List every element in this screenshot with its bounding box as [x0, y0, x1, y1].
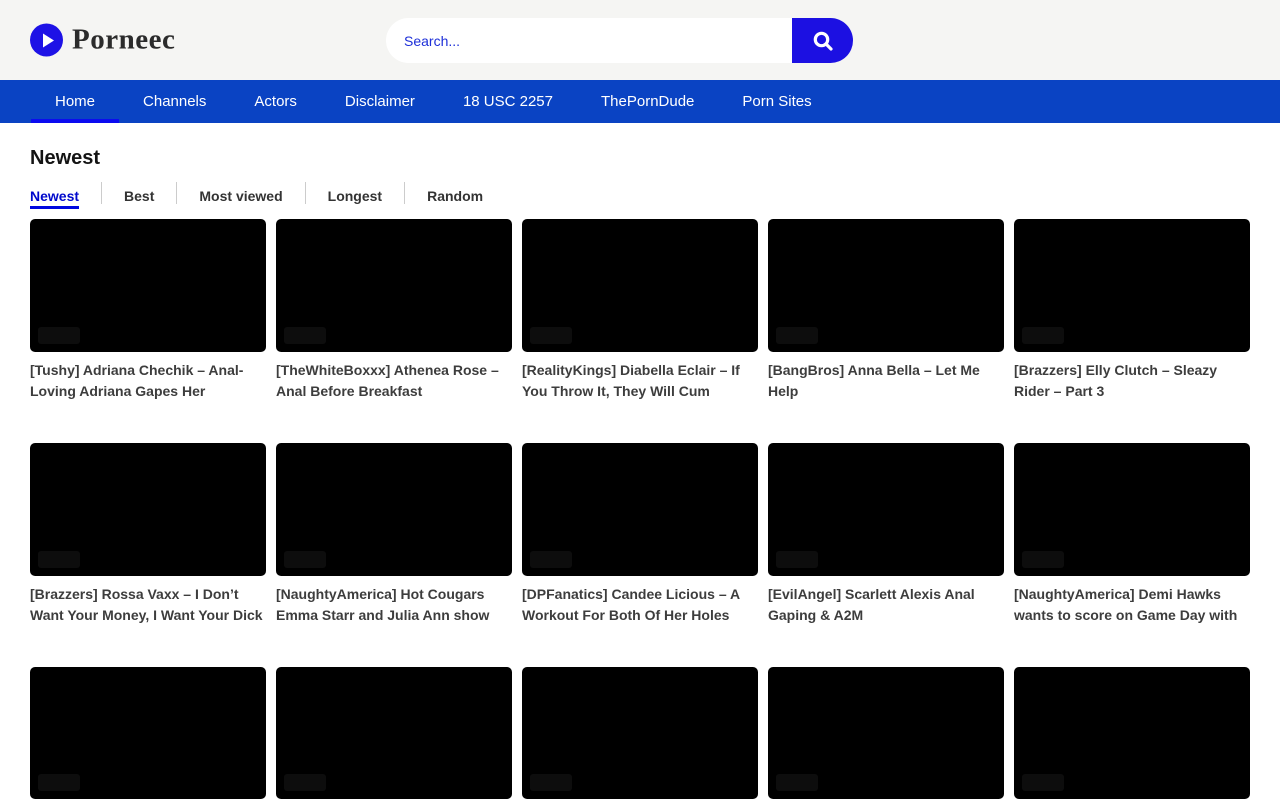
- video-thumbnail[interactable]: [30, 443, 266, 576]
- duration-badge: [284, 774, 326, 791]
- video-card[interactable]: [NaughtyAmerica] Hot Cougars Emma Starr …: [276, 443, 512, 626]
- brand-logo[interactable]: Porneec: [30, 24, 175, 57]
- duration-badge: [530, 774, 572, 791]
- nav-item-actors[interactable]: Actors: [230, 80, 321, 123]
- video-thumbnail[interactable]: [30, 667, 266, 800]
- nav-item-18-usc-2257[interactable]: 18 USC 2257: [439, 80, 577, 123]
- video-card[interactable]: [1014, 667, 1250, 800]
- search-button[interactable]: [792, 18, 853, 63]
- video-card[interactable]: [Brazzers] Elly Clutch – Sleazy Rider – …: [1014, 219, 1250, 402]
- video-thumbnail[interactable]: [276, 667, 512, 800]
- video-card[interactable]: [522, 667, 758, 800]
- play-icon: [30, 24, 63, 57]
- video-thumbnail[interactable]: [768, 667, 1004, 800]
- duration-badge: [38, 551, 80, 568]
- video-card[interactable]: [BangBros] Anna Bella – Let Me Help: [768, 219, 1004, 402]
- video-card[interactable]: [DPFanatics] Candee Licious – A Workout …: [522, 443, 758, 626]
- tab-best[interactable]: Best: [124, 182, 154, 209]
- video-thumbnail[interactable]: [30, 219, 266, 352]
- tab-divider: [404, 182, 405, 204]
- main-nav: Home Channels Actors Disclaimer 18 USC 2…: [0, 80, 1280, 123]
- duration-badge: [776, 327, 818, 344]
- video-title[interactable]: [EvilAngel] Scarlett Alexis Anal Gaping …: [768, 584, 1004, 626]
- nav-item-disclaimer[interactable]: Disclaimer: [321, 80, 439, 123]
- video-thumbnail[interactable]: [276, 219, 512, 352]
- video-title[interactable]: [Brazzers] Elly Clutch – Sleazy Rider – …: [1014, 360, 1250, 402]
- video-thumbnail[interactable]: [1014, 219, 1250, 352]
- video-title[interactable]: [Tushy] Adriana Chechik – Anal-Loving Ad…: [30, 360, 266, 402]
- sort-tabs: Newest Best Most viewed Longest Random: [30, 182, 1250, 209]
- video-title[interactable]: [NaughtyAmerica] Hot Cougars Emma Starr …: [276, 584, 512, 626]
- video-thumbnail[interactable]: [276, 443, 512, 576]
- tab-divider: [176, 182, 177, 204]
- duration-badge: [1022, 774, 1064, 791]
- duration-badge: [38, 327, 80, 344]
- tab-most-viewed[interactable]: Most viewed: [199, 182, 282, 209]
- video-thumbnail[interactable]: [522, 667, 758, 800]
- duration-badge: [530, 327, 572, 344]
- tab-divider: [101, 182, 102, 204]
- search-icon: [811, 29, 835, 53]
- duration-badge: [284, 551, 326, 568]
- nav-item-channels[interactable]: Channels: [119, 80, 230, 123]
- video-thumbnail[interactable]: [1014, 443, 1250, 576]
- video-card[interactable]: [276, 667, 512, 800]
- video-thumbnail[interactable]: [522, 443, 758, 576]
- main-content: Newest Newest Best Most viewed Longest R…: [0, 147, 1280, 800]
- duration-badge: [776, 551, 818, 568]
- search-input[interactable]: [386, 18, 792, 63]
- video-card[interactable]: [NaughtyAmerica] Demi Hawks wants to sco…: [1014, 443, 1250, 626]
- nav-item-home[interactable]: Home: [31, 80, 119, 123]
- video-thumbnail[interactable]: [1014, 667, 1250, 800]
- page-title: Newest: [30, 147, 1250, 170]
- nav-item-theporndude[interactable]: ThePornDude: [577, 80, 718, 123]
- duration-badge: [776, 774, 818, 791]
- video-thumbnail[interactable]: [522, 219, 758, 352]
- video-thumbnail[interactable]: [768, 219, 1004, 352]
- video-grid: [Tushy] Adriana Chechik – Anal-Loving Ad…: [30, 219, 1250, 800]
- video-title[interactable]: [RealityKings] Diabella Eclair – If You …: [522, 360, 758, 402]
- tab-longest[interactable]: Longest: [328, 182, 382, 209]
- search-bar: [386, 18, 853, 63]
- header: Porneec: [0, 0, 1280, 80]
- duration-badge: [284, 327, 326, 344]
- video-card[interactable]: [768, 667, 1004, 800]
- brand-name: Porneec: [72, 24, 175, 57]
- tab-random[interactable]: Random: [427, 182, 483, 209]
- video-card[interactable]: [RealityKings] Diabella Eclair – If You …: [522, 219, 758, 402]
- duration-badge: [530, 551, 572, 568]
- tab-newest[interactable]: Newest: [30, 182, 79, 209]
- duration-badge: [1022, 551, 1064, 568]
- video-title[interactable]: [Brazzers] Rossa Vaxx – I Don’t Want You…: [30, 584, 266, 626]
- duration-badge: [38, 774, 80, 791]
- nav-item-porn-sites[interactable]: Porn Sites: [718, 80, 835, 123]
- video-title[interactable]: [TheWhiteBoxxx] Athenea Rose – Anal Befo…: [276, 360, 512, 402]
- video-card[interactable]: [EvilAngel] Scarlett Alexis Anal Gaping …: [768, 443, 1004, 626]
- tab-divider: [305, 182, 306, 204]
- duration-badge: [1022, 327, 1064, 344]
- video-card[interactable]: [Tushy] Adriana Chechik – Anal-Loving Ad…: [30, 219, 266, 402]
- video-thumbnail[interactable]: [768, 443, 1004, 576]
- video-title[interactable]: [BangBros] Anna Bella – Let Me Help: [768, 360, 1004, 402]
- video-title[interactable]: [DPFanatics] Candee Licious – A Workout …: [522, 584, 758, 626]
- video-title[interactable]: [NaughtyAmerica] Demi Hawks wants to sco…: [1014, 584, 1250, 626]
- video-card[interactable]: [30, 667, 266, 800]
- video-card[interactable]: [TheWhiteBoxxx] Athenea Rose – Anal Befo…: [276, 219, 512, 402]
- video-card[interactable]: [Brazzers] Rossa Vaxx – I Don’t Want You…: [30, 443, 266, 626]
